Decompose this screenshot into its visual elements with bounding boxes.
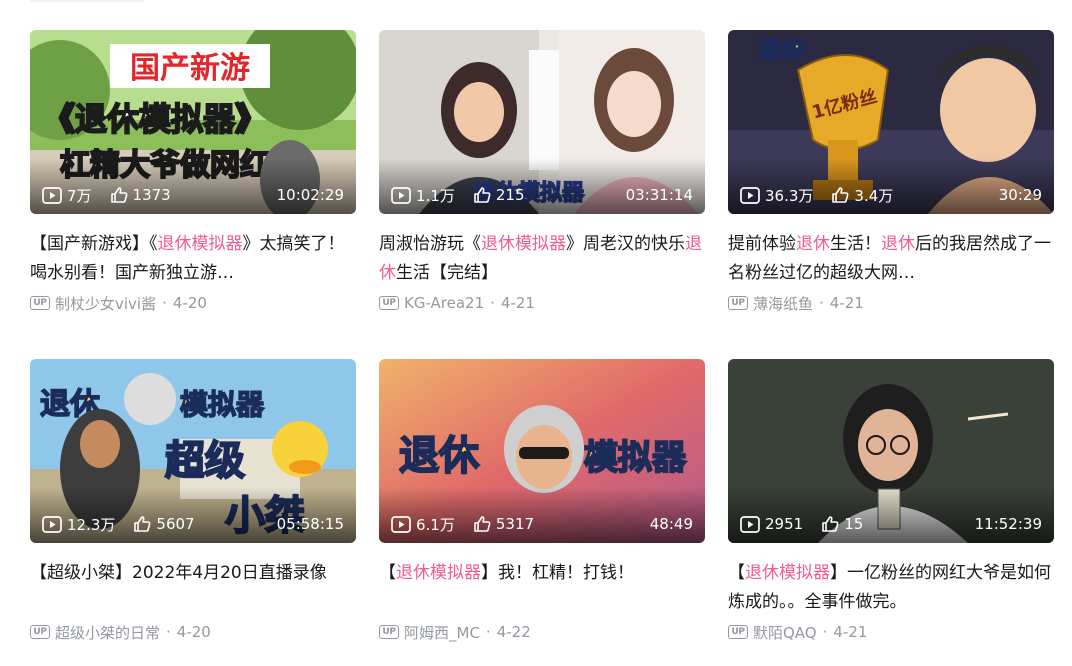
video-title[interactable]: 【退休模拟器】我！杠精！打钱！ bbox=[379, 559, 705, 617]
like-count: 215 bbox=[473, 186, 525, 204]
play-count-icon bbox=[740, 515, 760, 533]
video-thumbnail[interactable]: 2951 15 11:52:39 bbox=[728, 359, 1054, 543]
video-owner[interactable]: UP 超级小桀的日常 · 4-20 bbox=[30, 621, 356, 643]
author-name: 薄海纸鱼 bbox=[753, 294, 814, 313]
play-count-icon bbox=[391, 515, 411, 533]
video-duration: 05:58:15 bbox=[276, 515, 344, 533]
publish-date: 4-21 bbox=[500, 294, 535, 312]
top-tab-indicator bbox=[30, 0, 144, 2]
video-owner[interactable]: UP 默陌QAQ · 4-21 bbox=[728, 621, 1054, 643]
svg-text:退休: 退休 bbox=[399, 433, 480, 479]
video-owner[interactable]: UP KG-Area21 · 4-21 bbox=[379, 292, 705, 314]
view-count: 1.1万 bbox=[391, 185, 455, 206]
video-duration: 30:29 bbox=[998, 186, 1042, 204]
view-count: 12.3万 bbox=[42, 514, 115, 535]
svg-text:模拟器: 模拟器 bbox=[180, 388, 265, 421]
up-icon: UP bbox=[30, 296, 50, 310]
up-icon: UP bbox=[379, 625, 399, 639]
video-duration: 48:49 bbox=[649, 515, 693, 533]
video-thumbnail[interactable]: 国产新游 《退休模拟器》 杠精大爷做网红！ 7万 1373 10:02:29 bbox=[30, 30, 356, 214]
video-card[interactable]: 退休模拟器 1.1万 215 03:31:14 周淑怡游玩《退休模拟器》周老汉的… bbox=[379, 30, 705, 314]
video-title[interactable]: 提前体验退休生活！退休后的我居然成了一名粉丝过亿的超级大网… bbox=[728, 230, 1054, 288]
like-count: 1373 bbox=[110, 186, 171, 204]
thumb-text-1: 国产新游 bbox=[130, 51, 250, 86]
publish-date: 4-21 bbox=[833, 623, 868, 641]
video-title[interactable]: 周淑怡游玩《退休模拟器》周老汉的快乐退休生活【完结】 bbox=[379, 230, 705, 288]
video-owner[interactable]: UP 制杖少女vivi酱 · 4-20 bbox=[30, 292, 356, 314]
video-duration: 11:52:39 bbox=[974, 515, 1042, 533]
video-thumbnail[interactable]: 1亿粉丝 退休 36.3万 3.4万 30:29 bbox=[728, 30, 1054, 214]
svg-text:超级: 超级 bbox=[165, 438, 245, 484]
publish-date: 4-20 bbox=[176, 623, 211, 641]
thumbs-up-icon bbox=[822, 516, 839, 532]
view-count: 2951 bbox=[740, 515, 803, 533]
author-name: 默陌QAQ bbox=[753, 623, 817, 642]
author-name: 超级小桀的日常 bbox=[55, 623, 161, 642]
author-name: 阿姆西_MC bbox=[404, 623, 480, 642]
play-count-icon bbox=[42, 186, 62, 204]
like-count: 5317 bbox=[473, 515, 534, 533]
video-thumbnail[interactable]: 退休 模拟器 6.1万 5317 48:49 bbox=[379, 359, 705, 543]
video-thumbnail[interactable]: 退休模拟器 1.1万 215 03:31:14 bbox=[379, 30, 705, 214]
video-thumbnail[interactable]: 退休 模拟器 超级 小桀 12.3万 5607 bbox=[30, 359, 356, 543]
video-card[interactable]: 退休 模拟器 超级 小桀 12.3万 5607 bbox=[30, 359, 356, 643]
up-icon: UP bbox=[728, 625, 748, 639]
play-count-icon bbox=[740, 186, 760, 204]
thumbs-up-icon bbox=[832, 187, 849, 203]
like-count: 15 bbox=[821, 515, 863, 533]
publish-date: 4-20 bbox=[172, 294, 207, 312]
thumbs-up-icon bbox=[474, 187, 491, 203]
up-icon: UP bbox=[30, 625, 50, 639]
video-duration: 03:31:14 bbox=[625, 186, 693, 204]
author-name: KG-Area21 bbox=[404, 294, 485, 312]
author-name: 制杖少女vivi酱 bbox=[55, 294, 157, 313]
view-count: 6.1万 bbox=[391, 514, 455, 535]
video-owner[interactable]: UP 阿姆西_MC · 4-22 bbox=[379, 621, 705, 643]
view-count: 7万 bbox=[42, 185, 92, 206]
like-count: 5607 bbox=[133, 515, 195, 533]
publish-date: 4-22 bbox=[496, 623, 531, 641]
thumbs-up-icon bbox=[474, 516, 491, 532]
svg-text:退休: 退休 bbox=[758, 36, 807, 64]
video-duration: 10:02:29 bbox=[276, 186, 344, 204]
svg-text:模拟器: 模拟器 bbox=[584, 438, 687, 478]
play-count-icon bbox=[42, 515, 62, 533]
up-icon: UP bbox=[728, 296, 748, 310]
up-icon: UP bbox=[379, 296, 399, 310]
play-count-icon bbox=[391, 186, 411, 204]
video-card[interactable]: 国产新游 《退休模拟器》 杠精大爷做网红！ 7万 1373 10:02:29 【… bbox=[30, 30, 356, 314]
video-card[interactable]: 1亿粉丝 退休 36.3万 3.4万 30:29 提前体验退休生活！退休后的我居… bbox=[728, 30, 1054, 314]
video-title[interactable]: 【超级小桀】2022年4月20日直播录像 bbox=[30, 559, 356, 617]
video-owner[interactable]: UP 薄海纸鱼 · 4-21 bbox=[728, 292, 1054, 314]
video-title[interactable]: 【国产新游戏】《退休模拟器》太搞笑了！喝水别看！国产新独立游… bbox=[30, 230, 356, 288]
thumbs-up-icon bbox=[134, 516, 151, 532]
video-card[interactable]: 退休 模拟器 6.1万 5317 48:49 【退休模拟器】我！杠精！打钱！ U… bbox=[379, 359, 705, 643]
video-card[interactable]: 2951 15 11:52:39 【退休模拟器】一亿粉丝的网红大爷是如何炼成的。… bbox=[728, 359, 1054, 643]
like-count: 3.4万 bbox=[831, 185, 893, 206]
video-title[interactable]: 【退休模拟器】一亿粉丝的网红大爷是如何炼成的。。全事件做完。 bbox=[728, 559, 1054, 617]
thumbs-up-icon bbox=[110, 187, 128, 203]
publish-date: 4-21 bbox=[829, 294, 864, 312]
view-count: 36.3万 bbox=[740, 185, 813, 206]
svg-text:《退休模拟器》: 《退休模拟器》 bbox=[43, 100, 267, 138]
